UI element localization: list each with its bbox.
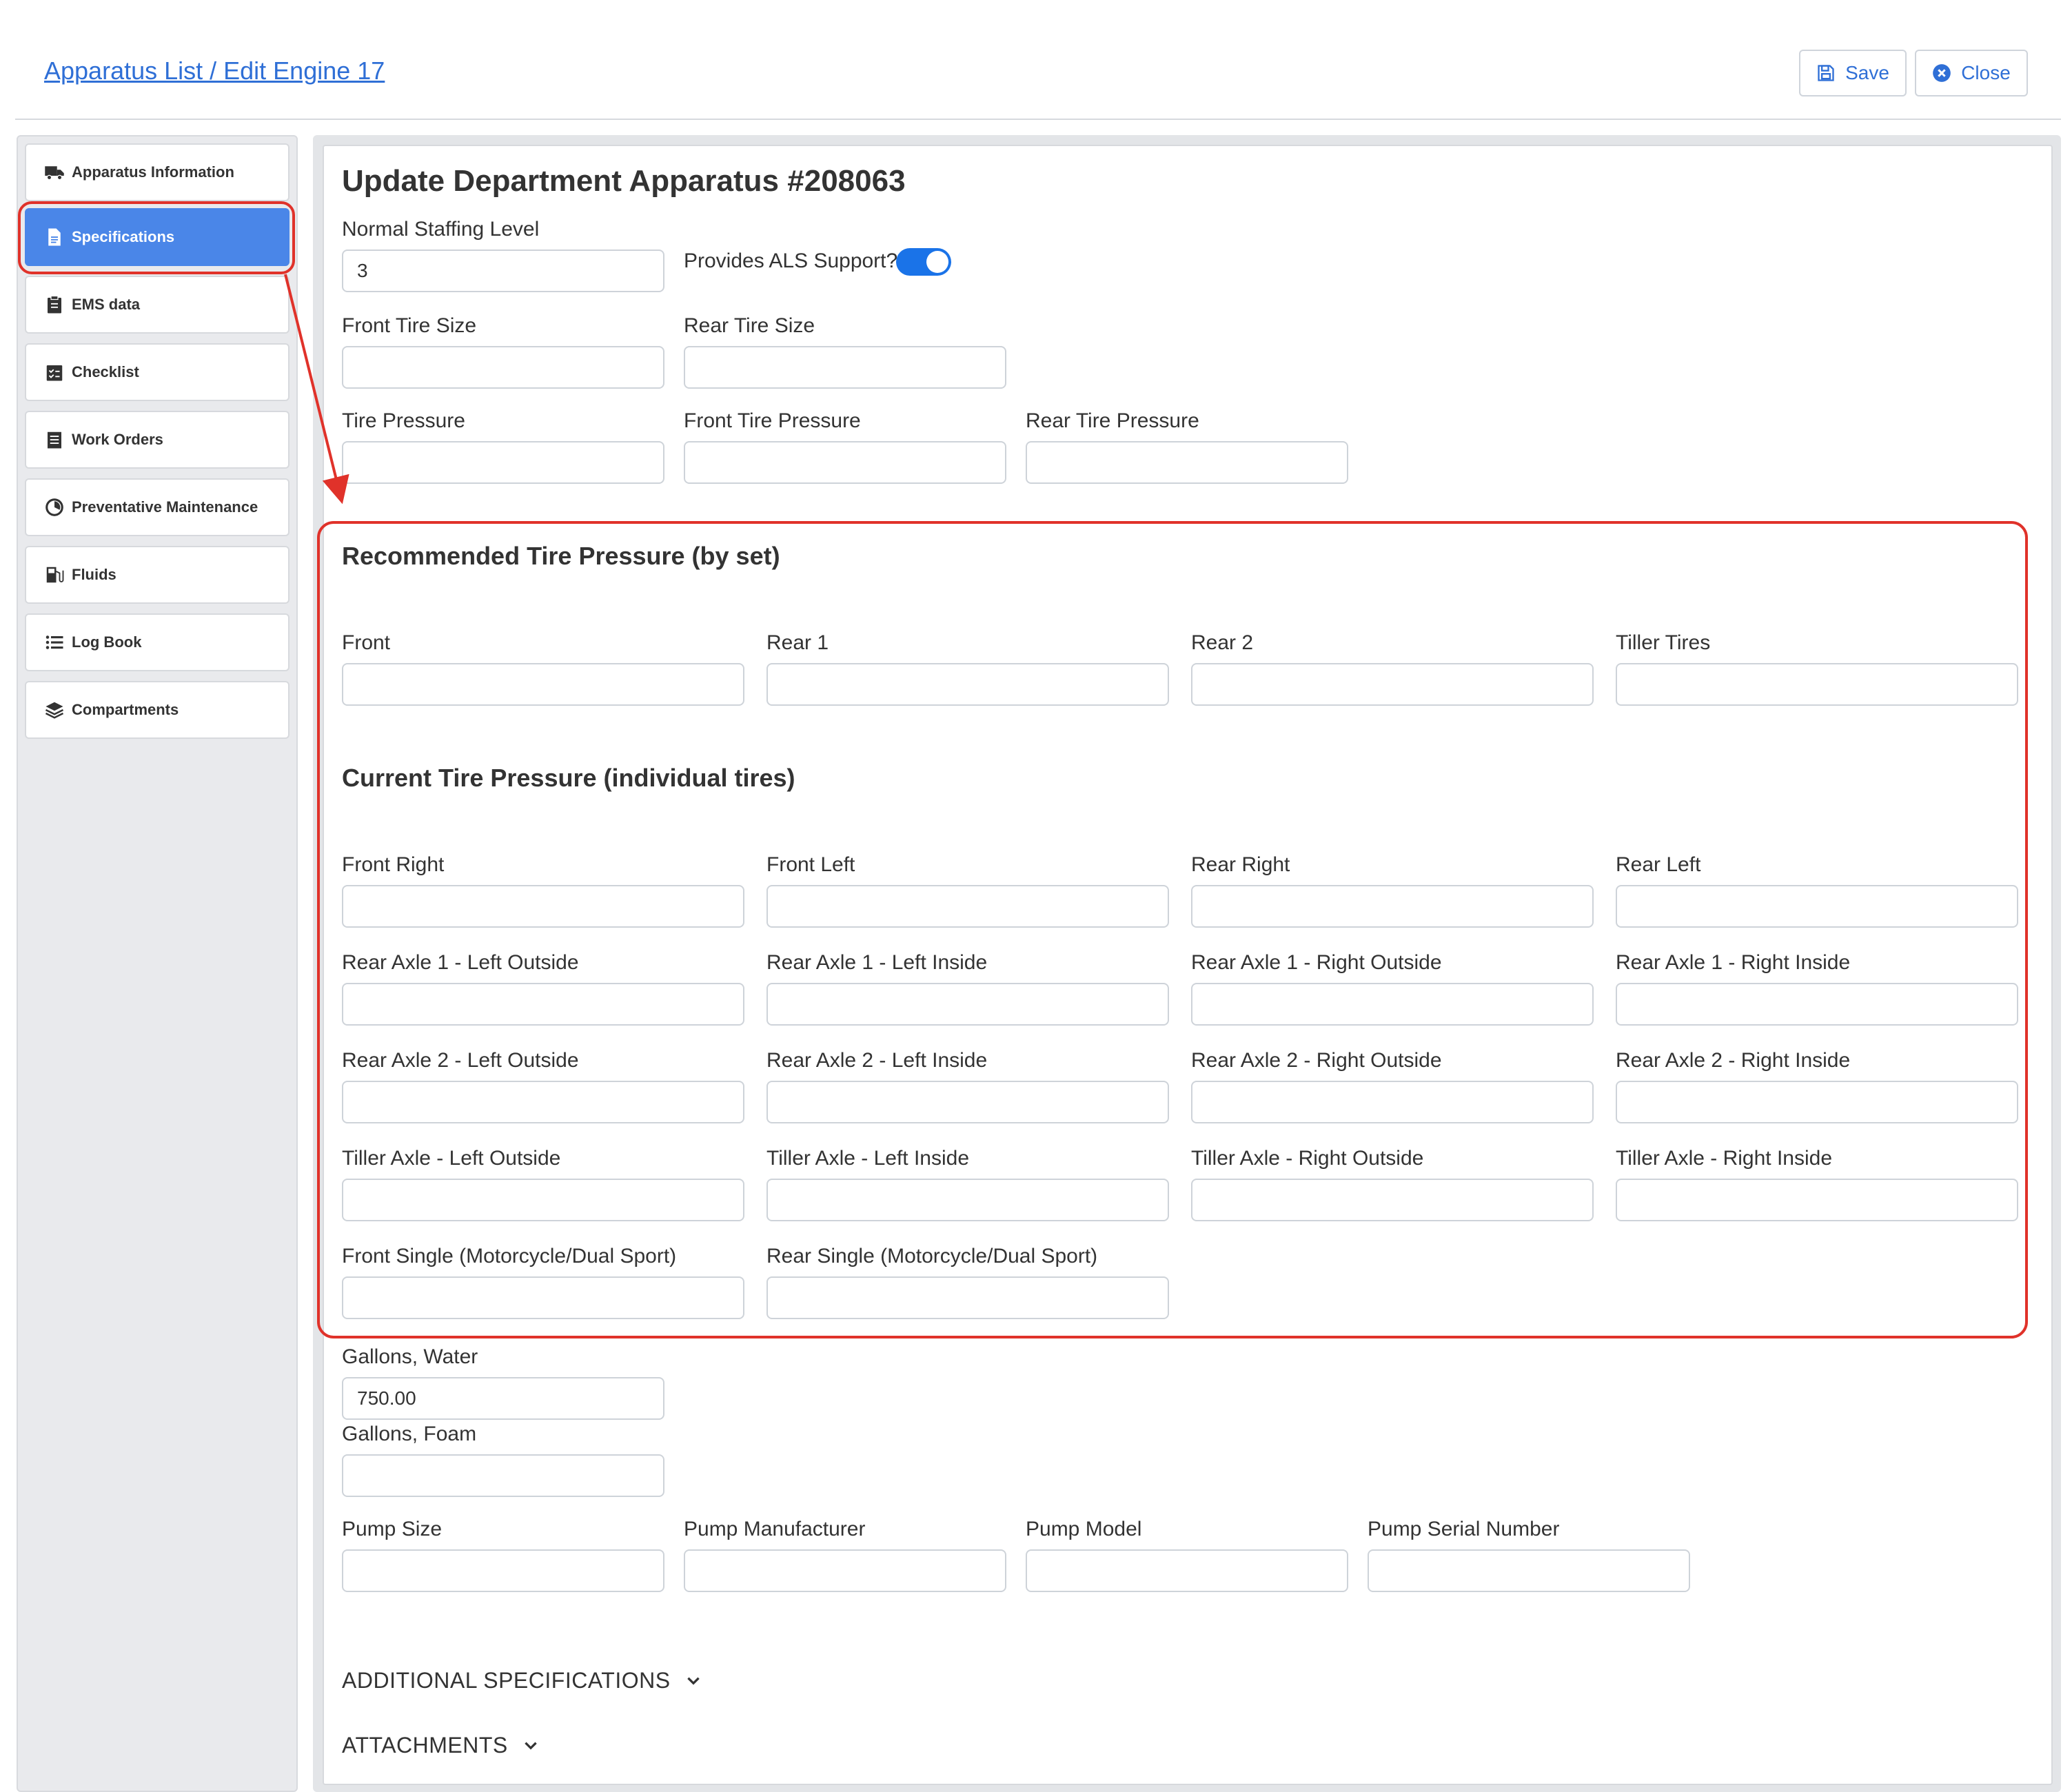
- pump-manufacturer-label: Pump Manufacturer: [684, 1518, 866, 1540]
- gallons-water-label: Gallons, Water: [342, 1345, 478, 1368]
- pump-serial-label: Pump Serial Number: [1368, 1518, 1560, 1540]
- rear-tire-size-input[interactable]: [684, 346, 1006, 389]
- sidebar-item-label: Fluids: [72, 566, 116, 583]
- attachments-label: ATTACHMENTS: [342, 1733, 508, 1758]
- sidebar-item-label: Compartments: [72, 701, 179, 718]
- floppy-disk-icon: [1818, 65, 1834, 81]
- front-tire-pressure-input[interactable]: [684, 441, 1006, 484]
- als-label: Provides ALS Support?: [684, 250, 898, 272]
- gas-pump-icon: [46, 567, 64, 583]
- list-alt-icon: [48, 431, 61, 449]
- pump-model-input[interactable]: [1026, 1549, 1348, 1592]
- close-button[interactable]: Close: [1915, 50, 2028, 96]
- sidebar-item-fluids[interactable]: Fluids: [25, 546, 290, 604]
- close-label: Close: [1961, 62, 2011, 83]
- gauge-icon: [45, 498, 63, 516]
- gallons-foam-label: Gallons, Foam: [342, 1423, 477, 1445]
- sidebar-item-label: Preventative Maintenance: [72, 498, 258, 516]
- toggle-knob: [926, 251, 948, 273]
- chevron-down-icon: [687, 1677, 700, 1685]
- chevron-down-icon: [525, 1742, 537, 1750]
- sidebar-item-label: Log Book: [72, 633, 142, 651]
- annotation-highlight-tire-pressure: [317, 521, 2028, 1338]
- save-label: Save: [1845, 62, 1889, 83]
- pump-model-label: Pump Model: [1026, 1518, 1142, 1540]
- pump-serial-input[interactable]: [1368, 1549, 1690, 1592]
- attachments-toggle[interactable]: ATTACHMENTS: [342, 1733, 540, 1758]
- sidebar-item-preventative-maintenance[interactable]: Preventative Maintenance: [25, 478, 290, 536]
- sidebar-item-label: Apparatus Information: [72, 163, 234, 181]
- front-tire-size-input[interactable]: [342, 346, 664, 389]
- rear-tire-pressure-label: Rear Tire Pressure: [1026, 409, 1199, 432]
- rear-tire-pressure-input[interactable]: [1026, 441, 1348, 484]
- sidebar-item-label: EMS data: [72, 296, 141, 313]
- tire-pressure-label: Tire Pressure: [342, 409, 465, 432]
- als-toggle[interactable]: [896, 248, 951, 276]
- sidebar-item-ems-data[interactable]: EMS data: [25, 276, 290, 334]
- gallons-water-input[interactable]: [342, 1377, 664, 1420]
- pump-size-input[interactable]: [342, 1549, 664, 1592]
- sidebar-item-checklist[interactable]: Checklist: [25, 343, 290, 401]
- save-button[interactable]: Save: [1799, 50, 1907, 96]
- additional-specifications-label: ADDITIONAL SPECIFICATIONS: [342, 1668, 671, 1693]
- annotation-highlight-sidebar: [18, 201, 295, 274]
- gallons-foam-input[interactable]: [342, 1454, 664, 1497]
- pump-manufacturer-input[interactable]: [684, 1549, 1006, 1592]
- sidebar-item-work-orders[interactable]: Work Orders: [25, 411, 290, 469]
- pump-size-label: Pump Size: [342, 1518, 443, 1540]
- front-tire-pressure-label: Front Tire Pressure: [684, 409, 861, 432]
- list-icon: [45, 635, 63, 649]
- rear-tire-size-label: Rear Tire Size: [684, 314, 815, 337]
- breadcrumb[interactable]: Apparatus List / Edit Engine 17: [44, 57, 385, 85]
- clipboard-icon: [48, 295, 61, 314]
- close-circle-icon: [1933, 64, 1951, 82]
- sidebar-item-log-book[interactable]: Log Book: [25, 613, 290, 671]
- sidebar-item-label: Checklist: [72, 363, 139, 380]
- sidebar-item-apparatus-information[interactable]: Apparatus Information: [25, 143, 290, 201]
- sidebar-item-compartments[interactable]: Compartments: [25, 681, 290, 739]
- layers-icon: [45, 702, 64, 719]
- header-divider: [15, 119, 2061, 120]
- tire-pressure-input[interactable]: [342, 441, 664, 484]
- front-tire-size-label: Front Tire Size: [342, 314, 477, 337]
- truck-icon: [45, 166, 64, 181]
- staffing-label: Normal Staffing Level: [342, 218, 540, 241]
- additional-specifications-toggle[interactable]: ADDITIONAL SPECIFICATIONS: [342, 1668, 702, 1693]
- checklist-icon: [46, 365, 63, 381]
- page-title: Update Department Apparatus #208063: [342, 164, 906, 198]
- staffing-input[interactable]: [342, 250, 664, 292]
- sidebar-item-label: Work Orders: [72, 431, 163, 448]
